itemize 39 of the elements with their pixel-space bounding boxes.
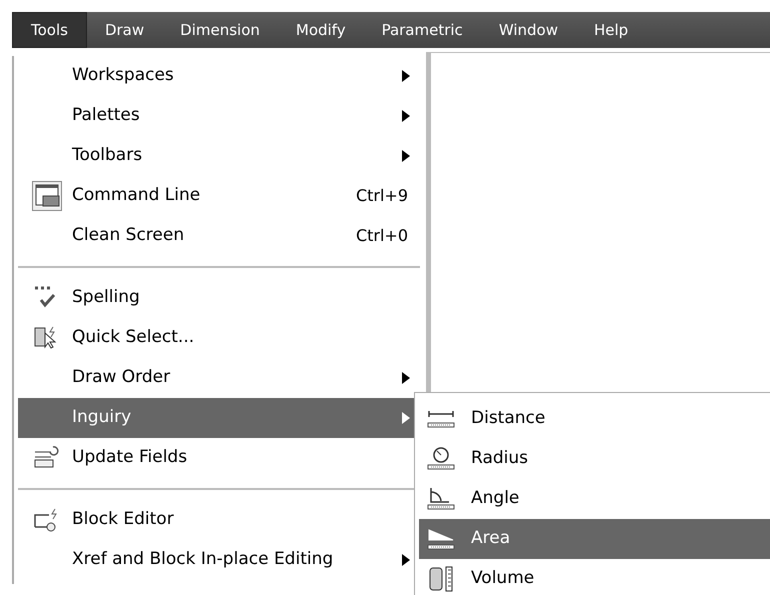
menu-item-label: Command Line	[72, 184, 202, 208]
shortcut-label: Ctrl+9	[356, 185, 408, 207]
menu-bar-item[interactable]: Dimension	[162, 12, 278, 48]
menu-item-label: Block Editor	[72, 508, 175, 532]
menu-bar-item[interactable]: Modify	[278, 12, 364, 48]
angle-ruler-icon	[427, 486, 455, 512]
menu-bar-item[interactable]: Window	[480, 12, 576, 48]
menu-item[interactable]: Draw Order	[18, 358, 424, 398]
menu-item-label: Area	[471, 527, 510, 550]
menu-item-label: Toolbars	[72, 144, 144, 168]
menu-item[interactable]: Toolbars	[18, 136, 424, 176]
menu-item-label: Distance	[471, 407, 546, 430]
menu-item-label: Volume	[471, 567, 534, 590]
menu-item-label: Spelling	[72, 286, 141, 310]
menu-item-label: Inguiry	[72, 406, 132, 430]
menu-item-label: Angle	[471, 487, 520, 510]
menu-bar-item[interactable]: Draw	[86, 12, 162, 48]
menu-item[interactable]: Quick Select...	[18, 318, 424, 358]
shortcut-label: Ctrl+0	[356, 225, 408, 247]
menu-item[interactable]: Spelling	[18, 278, 424, 318]
menu-item-label: Quick Select...	[72, 326, 196, 350]
menu-item[interactable]: Command Line Ctrl+9	[18, 176, 424, 216]
menu-item-label: Draw Order	[72, 366, 172, 390]
circle-radius-icon	[427, 446, 455, 472]
menu-item-label: Workspaces	[72, 64, 175, 88]
menu-item-label: Xref and Block In-place Editing	[72, 548, 334, 572]
menu-item[interactable]: Workspaces	[18, 56, 424, 96]
menu-item[interactable]: Clean Screen Ctrl+0	[18, 216, 424, 256]
menu-item-label: Palettes	[72, 104, 141, 128]
menu-item-label: Radius	[471, 447, 528, 470]
menu-item-label: Update Fields	[72, 446, 188, 470]
menu-bar-item[interactable]: Parametric	[364, 12, 481, 48]
menu-bar-item[interactable]: Help	[576, 12, 646, 48]
menu-bar-item[interactable]: Tools	[12, 12, 87, 48]
window-icon	[32, 181, 62, 211]
menu-item[interactable]: Palettes	[18, 96, 424, 136]
menu-item[interactable]: Area	[419, 519, 770, 559]
cylinder-ruler-icon	[427, 566, 455, 592]
menu-item-label: Clean Screen	[72, 224, 186, 248]
